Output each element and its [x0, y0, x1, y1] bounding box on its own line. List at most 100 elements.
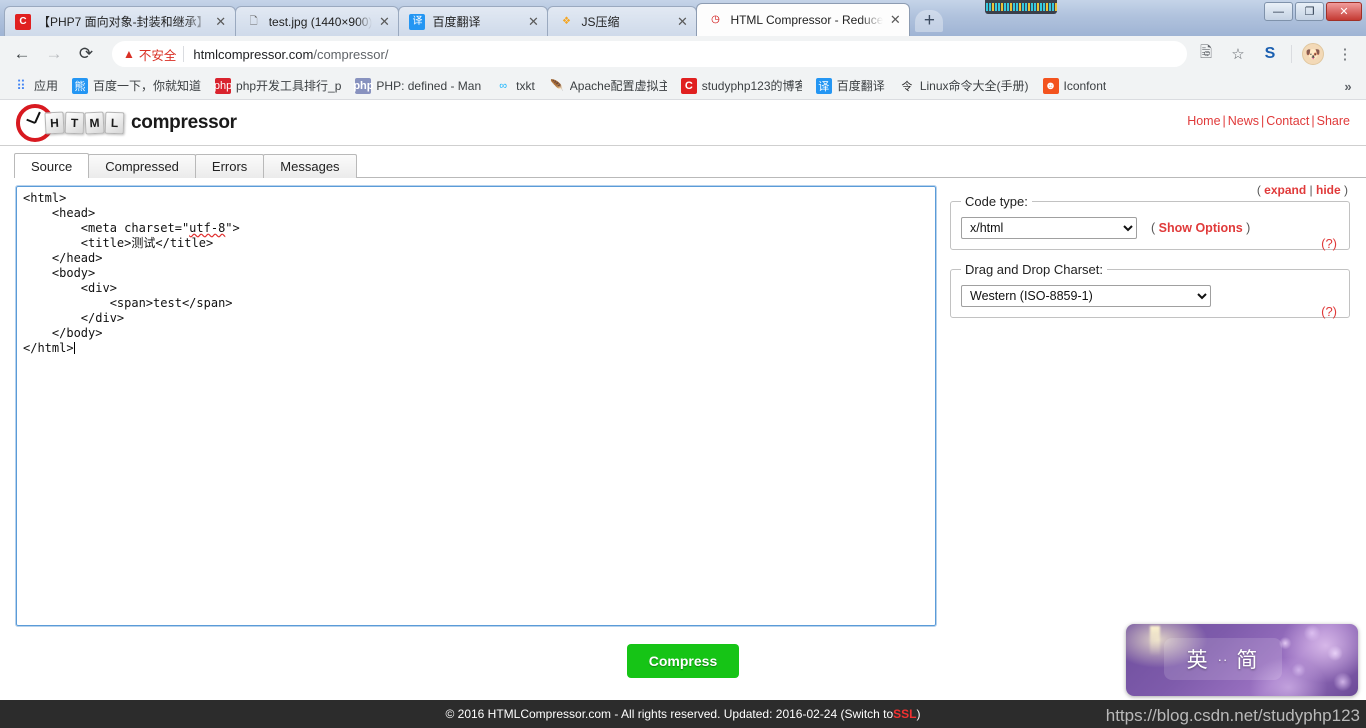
avatar-icon[interactable]: 🐶 [1302, 43, 1324, 65]
code-line: <span>test</span> [23, 296, 233, 310]
baidu-translate-icon: 译 [815, 77, 832, 94]
source-code-textarea[interactable]: <html> <head> <meta charset="utf-8"> <ti… [15, 185, 937, 627]
close-icon[interactable]: ✕ [674, 14, 690, 30]
browser-tab-title: 百度翻译 [432, 15, 481, 29]
reload-icon[interactable]: ⟳ [72, 40, 100, 68]
url-host: htmlcompressor.com [193, 46, 314, 62]
document-icon: 🗋 [249, 15, 258, 27]
code-line: <title>测试</title> [23, 236, 214, 250]
options-panel: ( expand | hide ) Code type: x/html ( Sh… [950, 183, 1350, 626]
charset-fieldset: Drag and Drop Charset: Western (ISO-8859… [950, 262, 1350, 319]
baidu-translate-icon: 译 [409, 13, 426, 30]
close-icon[interactable]: ✕ [525, 14, 541, 30]
code-line: <head> [23, 206, 96, 220]
bookmarks-overflow-icon[interactable]: » [1338, 76, 1358, 96]
help-icon-code-type[interactable]: (?) [1321, 236, 1337, 251]
site-header: H T M L compressor Home | News | Contact | Sha… [0, 100, 1366, 146]
browser-toolbar: ← → ⟳ ▲ 不安全 htmlcompressor.com/compresso… [0, 36, 1366, 72]
browser-tab-5-active[interactable]: ◷ HTML Compressor - Reduce ✕ [696, 3, 911, 36]
close-icon[interactable]: ✕ [376, 14, 392, 30]
bookmark-label: 百度翻译 [836, 79, 885, 93]
watermark-url: https://blog.csdn.net/studyphp123 [1105, 706, 1360, 725]
code-line-misspelled: utf-8 [189, 221, 226, 235]
site-logo[interactable]: H T M L compressor [16, 104, 237, 142]
ime-floating-toolbar[interactable]: 英 ·· 简 [1126, 624, 1358, 696]
minimize-button[interactable]: — [1264, 2, 1293, 21]
bookmark-iconfont[interactable]: ☻ Iconfont [1036, 75, 1114, 97]
warning-triangle-icon: ▲ [123, 47, 135, 61]
php-manual-icon: php [353, 77, 374, 94]
linux-icon: 令 [901, 80, 913, 93]
new-tab-button[interactable]: + [915, 10, 944, 32]
bookmark-php-tools[interactable]: php php开发工具排行_p [208, 75, 348, 97]
tab-source[interactable]: Source [14, 153, 90, 179]
code-line: </div> [23, 311, 125, 325]
browser-window: C 【PHP7 面向对象-封装和继承】 ✕ 🗋 test.jpg (1440×9… [0, 0, 1366, 728]
show-options-link[interactable]: Show Options [1159, 221, 1243, 235]
close-icon[interactable]: ✕ [213, 14, 229, 30]
three-dots-menu-icon[interactable]: ⋮ [1334, 43, 1356, 65]
bookmarks-bar: ⠿ 应用 熊 百度一下，你就知道 php php开发工具排行_p php PHP… [0, 72, 1366, 100]
code-type-select[interactable]: x/html [961, 217, 1137, 239]
sogou-extension-icon[interactable]: S [1259, 43, 1281, 65]
omnibox-divider [183, 46, 185, 62]
lantern-decoration [1150, 626, 1160, 656]
nav-link-contact[interactable]: Contact [1266, 114, 1309, 128]
code-type-legend: Code type: [965, 194, 1028, 209]
tab-messages[interactable]: Messages [263, 154, 357, 178]
apache-feather-icon: 🪶 [549, 80, 564, 92]
close-window-button[interactable]: ✕ [1326, 2, 1362, 21]
tab-compressed[interactable]: Compressed [88, 154, 196, 178]
screen-capture-indicator [985, 0, 1057, 14]
ssl-link[interactable]: SSL [893, 707, 916, 721]
back-icon[interactable]: ← [8, 40, 36, 68]
page-content: H T M L compressor Home | News | Contact | Sha… [0, 100, 1366, 728]
logo-dice-letter: M [84, 111, 105, 135]
nav-link-news[interactable]: News [1228, 114, 1259, 128]
bookmark-baidu-translate[interactable]: 译 百度翻译 [809, 75, 892, 97]
bookmark-label: php开发工具排行_p [236, 79, 342, 93]
bookmark-label: studyphp123的博客 [701, 79, 802, 93]
bookmark-txkt[interactable]: ∞ txkt [488, 75, 542, 97]
bookmark-apache[interactable]: 🪶 Apache配置虚拟主机 [542, 75, 674, 97]
forward-icon[interactable]: → [40, 40, 68, 68]
paren-close: ) [1246, 221, 1251, 235]
show-options-control[interactable]: ( Show Options ) [1151, 221, 1250, 235]
nav-link-home[interactable]: Home [1187, 114, 1220, 128]
browser-tab-1[interactable]: C 【PHP7 面向对象-封装和继承】 ✕ [4, 6, 236, 36]
code-line: <body> [23, 266, 96, 280]
help-icon-charset[interactable]: (?) [1321, 304, 1337, 319]
code-line: <html> [23, 191, 67, 205]
nav-separator: | [1222, 114, 1226, 128]
baidu-icon: 熊 [72, 77, 89, 94]
bookmark-php-manual[interactable]: php PHP: defined - Man [348, 75, 488, 97]
php-icon: php [213, 77, 233, 94]
charset-select[interactable]: Western (ISO-8859-1) [961, 285, 1211, 307]
close-icon[interactable]: ✕ [887, 12, 903, 28]
restore-button[interactable]: ❐ [1295, 2, 1324, 21]
code-line: <meta charset=" [23, 221, 190, 235]
ime-language-mode[interactable]: 英 [1187, 644, 1210, 674]
compress-button[interactable]: Compress [626, 644, 740, 678]
ime-script-mode[interactable]: 简 [1236, 644, 1259, 674]
code-type-fieldset: Code type: x/html ( Show Options ) (?) [950, 194, 1350, 251]
bookmark-apps[interactable]: ⠿ 应用 [6, 75, 65, 97]
ime-punctuation-icon[interactable]: ·· [1218, 652, 1229, 667]
bookmark-label: 百度一下，你就知道 [93, 79, 202, 93]
nav-link-share[interactable]: Share [1317, 114, 1350, 128]
star-icon[interactable]: ☆ [1227, 43, 1249, 65]
toolbar-icons: 🗟 ☆ S 🐶 ⋮ [1195, 43, 1358, 65]
bookmark-csdn-blog[interactable]: C studyphp123的博客 [674, 75, 809, 97]
bookmark-baidu[interactable]: 熊 百度一下，你就知道 [65, 75, 208, 97]
clock-icon: ◷ [711, 14, 720, 25]
browser-tab-3[interactable]: 译 百度翻译 ✕ [398, 6, 549, 36]
browser-tab-2[interactable]: 🗋 test.jpg (1440×900) ✕ [234, 6, 400, 36]
bookmark-label: PHP: defined - Man [376, 78, 482, 93]
csdn-icon: C [15, 13, 31, 30]
address-bar[interactable]: ▲ 不安全 htmlcompressor.com/compressor/ [112, 41, 1187, 67]
bookmark-linux[interactable]: 令 Linux命令大全(手册) [892, 75, 1036, 97]
url-path: /compressor/ [313, 46, 389, 62]
translate-icon[interactable]: 🗟 [1195, 43, 1217, 65]
browser-tab-4[interactable]: ❖ JS压缩 ✕ [547, 6, 698, 36]
tab-errors[interactable]: Errors [194, 154, 265, 178]
